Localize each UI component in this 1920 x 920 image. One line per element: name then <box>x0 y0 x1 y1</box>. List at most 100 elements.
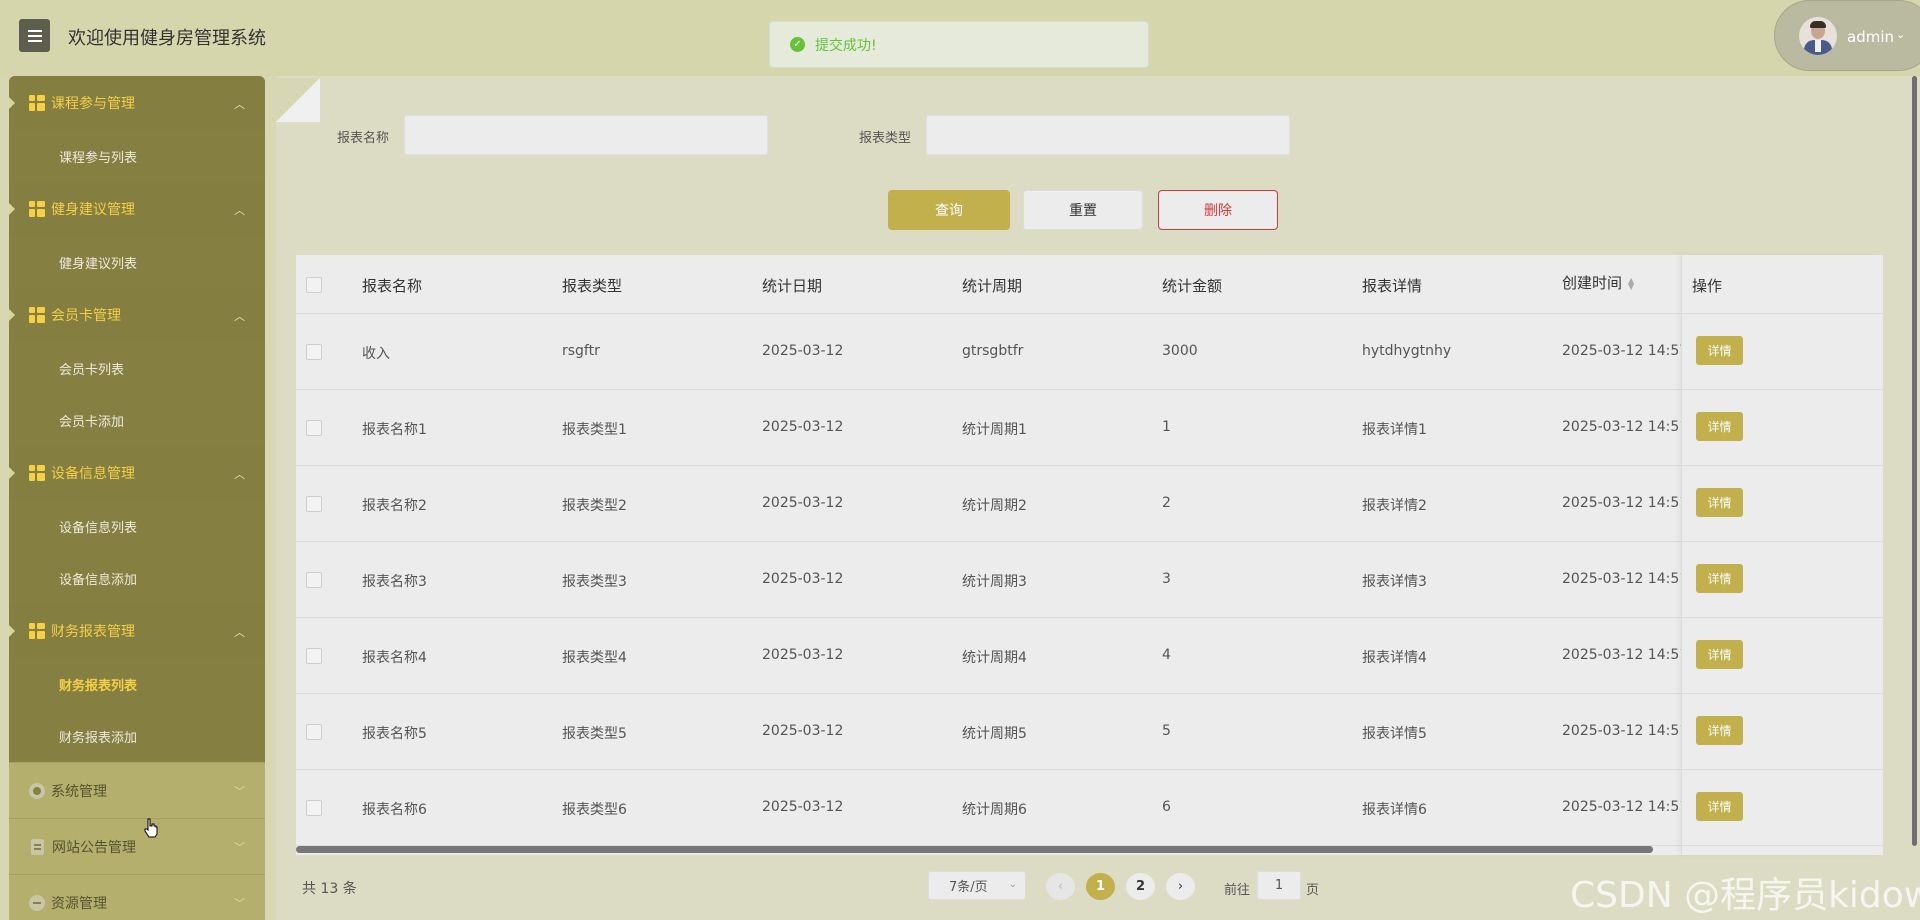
sidebar-item-advice-list[interactable]: 健身建议列表 <box>9 236 265 288</box>
col-created-time-label: 创建时间 <box>1562 274 1623 292</box>
sidebar-item-card-list[interactable]: 会员卡列表 <box>9 342 265 394</box>
operation-cell: 详情 <box>1682 390 1883 466</box>
cell-stat-period: 统计周期2 <box>962 498 1027 514</box>
cell-stat-date: 2025-03-12 <box>762 647 844 663</box>
page-2-button[interactable]: 2 <box>1126 873 1155 900</box>
group-label: 财务报表管理 <box>51 624 135 640</box>
sidebar-item-equipment-add[interactable]: 设备信息添加 <box>9 552 265 604</box>
cell-report-type: 报表类型2 <box>562 498 627 514</box>
operation-cell: 详情 <box>1682 770 1883 846</box>
sidebar-item-finance-add[interactable]: 财务报表添加 <box>9 710 265 762</box>
group-site-notice[interactable]: 网站公告管理 ﹀ <box>9 818 265 874</box>
detail-button[interactable]: 详情 <box>1696 412 1743 441</box>
group-system-management[interactable]: 系统管理 ﹀ <box>9 762 265 818</box>
detail-button[interactable]: 详情 <box>1696 792 1743 821</box>
operation-cell: 详情 <box>1682 694 1883 770</box>
gear-icon <box>29 782 45 799</box>
sort-icon[interactable]: ▲ ▼ <box>1628 276 1634 290</box>
report-type-input[interactable] <box>926 115 1290 155</box>
detail-button[interactable]: 详情 <box>1696 488 1743 517</box>
next-page-button[interactable]: › <box>1166 873 1195 900</box>
operation-cell: 详情 <box>1682 466 1883 542</box>
menu-toggle-button[interactable] <box>19 19 50 52</box>
group-resource-management[interactable]: 资源管理 ﹀ <box>9 874 265 920</box>
group-label: 会员卡管理 <box>51 308 121 324</box>
cell-stat-amount: 3 <box>1162 571 1171 587</box>
cell-stat-period: 统计周期3 <box>962 574 1027 590</box>
row-checkbox[interactable] <box>306 648 322 664</box>
col-stat-date: 统计日期 <box>762 277 823 295</box>
cell-stat-amount: 2 <box>1162 495 1171 511</box>
group-fitness-advice[interactable]: 健身建议管理 ︿ <box>9 182 265 236</box>
group-member-card[interactable]: 会员卡管理 ︿ <box>9 288 265 342</box>
cell-report-name: 报表名称1 <box>362 422 427 438</box>
page-1-button[interactable]: 1 <box>1086 873 1115 900</box>
cell-created-time: 2025-03-12 14:57: <box>1562 343 1684 359</box>
user-menu[interactable]: admin ⌄ <box>1774 0 1920 71</box>
col-created-time[interactable]: 创建时间 ▲ ▼ <box>1562 272 1634 293</box>
col-stat-amount: 统计金额 <box>1162 277 1223 295</box>
detail-button[interactable]: 详情 <box>1696 716 1743 745</box>
col-report-name: 报表名称 <box>362 277 423 295</box>
row-checkbox[interactable] <box>306 572 322 588</box>
sidebar-item-finance-list[interactable]: 财务报表列表 <box>9 658 265 710</box>
avatar <box>1799 17 1837 55</box>
query-button[interactable]: 查询 <box>888 190 1010 230</box>
table-body: 收入 rsgftr 2025-03-12 gtrsgbtfr 3000 hytdhygtn… <box>296 314 1883 846</box>
select-all-checkbox[interactable] <box>306 277 322 293</box>
cell-stat-date: 2025-03-12 <box>762 799 844 815</box>
user-name: admin <box>1847 28 1894 46</box>
corner-fold <box>276 78 320 122</box>
group-finance-report[interactable]: 财务报表管理 ︿ <box>9 604 265 658</box>
success-toast: ✓ 提交成功! <box>769 21 1149 68</box>
detail-button[interactable]: 详情 <box>1696 640 1743 669</box>
table-row: 报表名称3 报表类型3 2025-03-12 统计周期3 3 报表详情3 2025-03-1… <box>296 542 1883 618</box>
group-equipment-info[interactable]: 设备信息管理 ︿ <box>9 446 265 500</box>
cell-stat-date: 2025-03-12 <box>762 723 844 739</box>
cell-report-type: rsgftr <box>562 343 600 359</box>
cell-report-detail: 报表详情3 <box>1362 574 1427 590</box>
cell-report-detail: hytdhygtnhy <box>1362 343 1452 359</box>
menu-group-course: 课程参与管理 ︿ 课程参与列表 <box>9 76 265 182</box>
detail-button[interactable]: 详情 <box>1696 336 1743 365</box>
cell-report-detail: 报表详情4 <box>1362 650 1427 666</box>
vertical-scrollbar[interactable] <box>1912 76 1917 846</box>
sidebar-item-equipment-list[interactable]: 设备信息列表 <box>9 500 265 552</box>
reset-button[interactable]: 重置 <box>1023 190 1143 230</box>
detail-button[interactable]: 详情 <box>1696 564 1743 593</box>
system-title: 欢迎使用健身房管理系统 <box>68 28 266 49</box>
row-checkbox[interactable] <box>306 800 322 816</box>
chevron-up-icon: ︿ <box>234 626 245 639</box>
goto-page-input[interactable]: 1 <box>1257 871 1301 900</box>
horizontal-scrollbar[interactable] <box>296 846 1653 853</box>
group-label: 网站公告管理 <box>52 839 136 856</box>
row-checkbox[interactable] <box>306 420 322 436</box>
operation-cell: 详情 <box>1682 314 1883 390</box>
cell-stat-amount: 6 <box>1162 799 1171 815</box>
sidebar-item-card-add[interactable]: 会员卡添加 <box>9 394 265 446</box>
sidebar-item-course-list[interactable]: 课程参与列表 <box>9 130 265 182</box>
group-label: 课程参与管理 <box>51 96 135 112</box>
document-icon <box>31 838 44 855</box>
page-size-select[interactable]: 7条/页 ⌄ <box>928 871 1026 900</box>
menu-group-card: 会员卡管理 ︿ 会员卡列表 会员卡添加 <box>9 288 265 446</box>
row-checkbox[interactable] <box>306 724 322 740</box>
col-report-detail: 报表详情 <box>1362 277 1423 295</box>
watermark: CSDN @程序员kidow <box>1570 875 1920 916</box>
sidebar: 课程参与管理 ︿ 课程参与列表 健身建议管理 ︿ 健身建议列表 会员卡管理 ︿ … <box>9 76 265 920</box>
prev-page-button[interactable]: ‹ <box>1046 873 1075 900</box>
row-checkbox[interactable] <box>306 496 322 512</box>
delete-button[interactable]: 删除 <box>1158 190 1278 230</box>
grid-icon <box>29 201 45 217</box>
cell-created-time: 2025-03-12 14:51: <box>1562 799 1684 815</box>
minus-circle-icon <box>29 894 45 911</box>
top-header: 欢迎使用健身房管理系统 ✓ 提交成功! admin ⌄ <box>0 0 1920 76</box>
cell-created-time: 2025-03-12 14:51: <box>1562 495 1684 511</box>
cell-stat-date: 2025-03-12 <box>762 571 844 587</box>
chevron-down-icon: ⌄ <box>1896 28 1906 41</box>
report-name-input[interactable] <box>404 115 768 155</box>
cell-report-type: 报表类型1 <box>562 422 627 438</box>
cell-report-type: 报表类型3 <box>562 574 627 590</box>
row-checkbox[interactable] <box>306 344 322 360</box>
group-course-participation[interactable]: 课程参与管理 ︿ <box>9 76 265 130</box>
